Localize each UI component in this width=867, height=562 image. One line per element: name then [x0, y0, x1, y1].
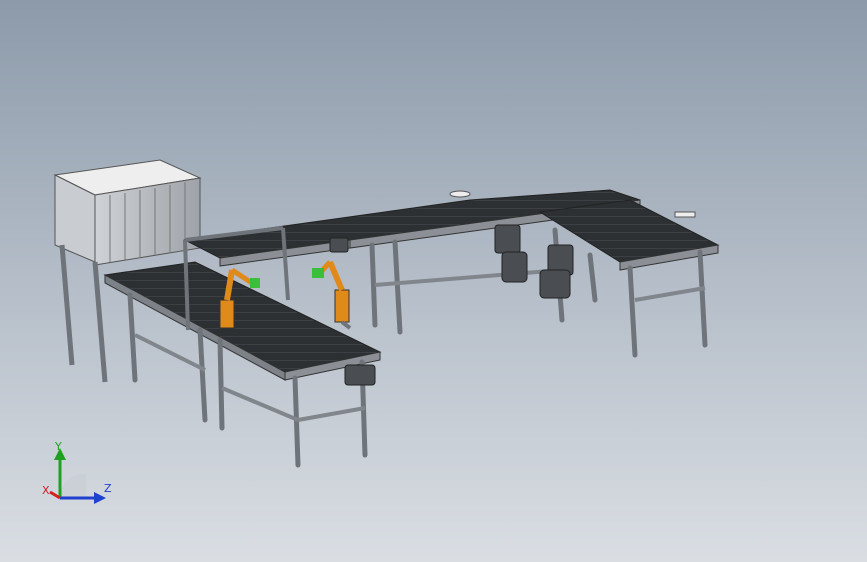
conveyor-assembly-model[interactable] [0, 0, 867, 562]
graphics-viewport[interactable]: Y Z X [0, 0, 867, 562]
y-axis-label: Y [54, 440, 62, 453]
orientation-triad: Y Z X [42, 440, 112, 504]
x-axis-label: X [42, 484, 50, 497]
z-axis-label: Z [104, 482, 112, 495]
robot-arm-right [312, 260, 352, 330]
